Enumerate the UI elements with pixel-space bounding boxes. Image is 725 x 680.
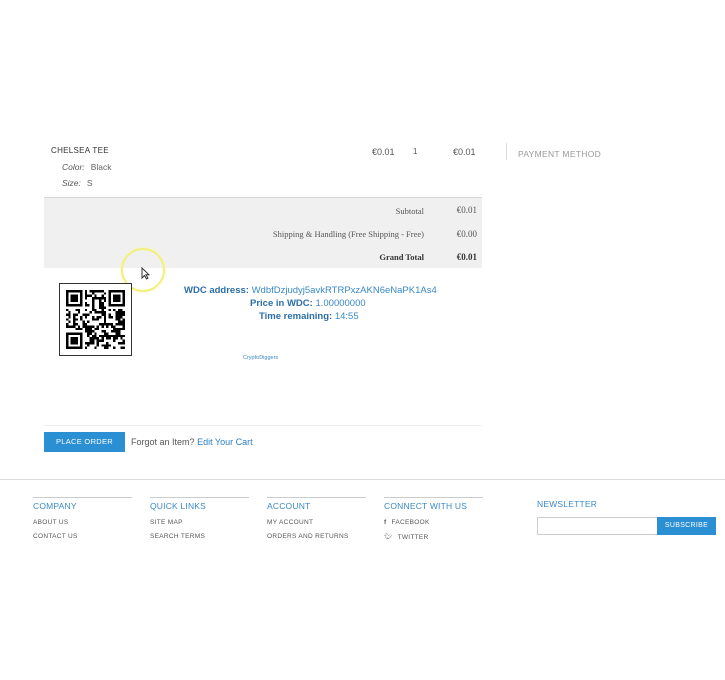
wdc-time-value: 14:55 xyxy=(334,311,359,322)
divider xyxy=(44,425,482,426)
footer-rule xyxy=(33,497,132,498)
footer-rule xyxy=(150,497,249,498)
forgot-text: Forgot an Item? xyxy=(131,437,195,447)
footer-quicklinks-title: QUICK LINKS xyxy=(150,501,207,511)
payment-method-title: PAYMENT METHOD xyxy=(518,149,602,159)
option-value: Black xyxy=(90,162,112,172)
footer-connect-title: CONNECT WITH US xyxy=(384,501,468,511)
option-value: S xyxy=(86,178,93,188)
wdc-address-label: WDC address: xyxy=(184,285,249,296)
footer-link-facebook[interactable]: f FACEBOOK xyxy=(384,519,430,526)
footer-link-my-account[interactable]: MY ACCOUNT xyxy=(267,519,313,526)
option-label: Color: xyxy=(62,162,85,172)
footer-account-title: ACCOUNT xyxy=(267,501,311,511)
cursor-arrow-icon xyxy=(141,266,151,283)
wdc-address-value[interactable]: WdbfDzjudyj5avkRTRPxzAKN6eNaPK1As4 xyxy=(252,285,437,296)
footer-link-sitemap[interactable]: SITE MAP xyxy=(150,519,183,526)
subtotal-label: Subtotal xyxy=(395,206,424,216)
item-price: €0.01 xyxy=(372,147,395,157)
footer-link-about[interactable]: ABOUT US xyxy=(33,519,69,526)
wdc-time-label: Time remaining: xyxy=(259,311,333,322)
footer-newsletter-title: NEWSLETTER xyxy=(537,499,598,509)
wdc-price-value: 1.00000000 xyxy=(315,298,366,309)
column-divider xyxy=(506,143,507,160)
product-name[interactable]: CHELSEA TEE xyxy=(51,146,109,155)
shipping-value: €0.00 xyxy=(456,229,477,239)
footer-divider xyxy=(0,479,725,480)
grand-total-value: €0.01 xyxy=(456,252,477,262)
option-label: Size: xyxy=(62,178,81,188)
grand-total-label: Grand Total xyxy=(379,252,424,262)
facebook-label: FACEBOOK xyxy=(391,519,430,526)
subscribe-button[interactable]: SUBSCRIBE xyxy=(657,517,716,535)
wdc-time-remaining: Time remaining: 14:55 xyxy=(259,311,359,322)
wdc-price: Price in WDC: 1.00000000 xyxy=(250,298,366,309)
newsletter-email-input[interactable] xyxy=(537,517,659,535)
wdc-price-label: Price in WDC: xyxy=(250,298,313,309)
edit-cart-link[interactable]: Edit Your Cart xyxy=(197,437,253,447)
item-subtotal: €0.01 xyxy=(453,147,476,157)
wdc-address: WDC address: WdbfDzjudyj5avkRTRPxzAKN6eN… xyxy=(184,285,437,296)
place-order-button[interactable]: PLACE ORDER xyxy=(44,432,125,452)
qr-code-icon xyxy=(59,283,132,356)
powered-by-link[interactable]: CryptoDiggers xyxy=(243,355,278,361)
footer-company-title: COMPANY xyxy=(33,501,77,511)
subtotal-value: €0.01 xyxy=(456,205,477,215)
forgot-item: Forgot an Item? Edit Your Cart xyxy=(131,437,253,447)
product-option-color: Color: Black xyxy=(62,162,111,172)
product-option-size: Size: S xyxy=(62,178,93,188)
item-qty: 1 xyxy=(413,147,418,156)
shipping-label: Shipping & Handling (Free Shipping - Fre… xyxy=(272,229,424,239)
footer-rule xyxy=(267,497,366,498)
page-crop xyxy=(0,539,725,680)
footer-rule xyxy=(384,497,483,498)
facebook-icon: f xyxy=(384,519,387,526)
